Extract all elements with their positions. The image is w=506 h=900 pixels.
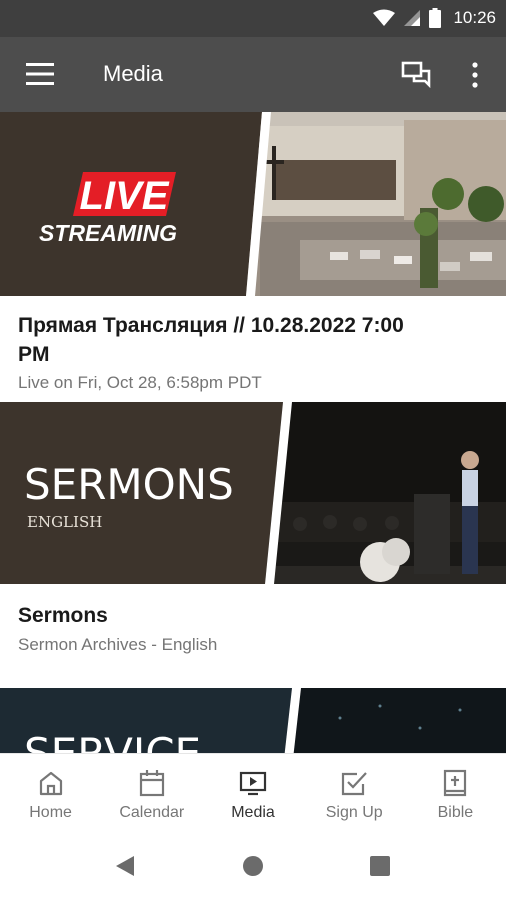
sermons-banner: SERMONS ENGLISH xyxy=(0,402,506,584)
signal-icon xyxy=(404,10,421,26)
media-card-subtitle: Sermon Archives - English xyxy=(18,635,218,654)
title-line-1: Прямая Трансляция // 10.28.2022 7:00 xyxy=(18,314,404,337)
nav-calendar[interactable]: Calendar xyxy=(101,754,202,830)
chat-icon[interactable] xyxy=(401,59,433,91)
nav-media[interactable]: Media xyxy=(202,754,303,830)
page-title: Media xyxy=(103,61,163,86)
title-line-2: PM xyxy=(18,343,50,366)
more-options-icon[interactable] xyxy=(464,60,486,90)
live-streaming-artwork: LIVE STREAMING xyxy=(0,112,506,296)
app-bar: Media xyxy=(0,37,506,112)
nav-label: Calendar xyxy=(119,804,185,821)
battery-icon xyxy=(429,8,442,28)
streaming-label: STREAMING xyxy=(39,220,177,246)
nav-label: Home xyxy=(29,804,72,821)
sermons-artwork: SERMONS ENGLISH xyxy=(0,402,506,584)
service-artwork: SERVICE xyxy=(0,688,506,753)
media-card-subtitle: Live on Fri, Oct 28, 6:58pm PDT xyxy=(18,373,262,392)
service-banner-title: SERVICE xyxy=(24,729,201,753)
status-icons: 10:26 xyxy=(373,7,496,29)
nav-sign-up[interactable]: Sign Up xyxy=(304,754,405,830)
status-bar: 10:26 xyxy=(0,0,506,37)
nav-label: Bible xyxy=(437,804,474,821)
media-card-title: Sermons xyxy=(18,604,108,627)
home-circle-icon[interactable] xyxy=(242,855,264,877)
media-card-title: Прямая Трансляция // 10.28.2022 7:00 PM xyxy=(18,311,488,369)
media-card-sermons[interactable]: SERMONS ENGLISH Sermons Sermon Archives … xyxy=(0,402,506,688)
back-icon[interactable] xyxy=(114,854,136,878)
media-card-live[interactable]: LIVE STREAMING Прямая Трансляция // 10.2… xyxy=(0,112,506,402)
home-icon xyxy=(39,771,62,796)
media-card-service[interactable]: SERVICE xyxy=(0,688,506,753)
hamburger-menu-icon[interactable] xyxy=(26,63,54,85)
bible-icon xyxy=(444,769,467,797)
live-label: LIVE xyxy=(80,174,170,218)
live-streaming-banner: LIVE STREAMING xyxy=(0,112,506,296)
system-navigation-bar xyxy=(0,830,506,900)
calendar-icon xyxy=(139,770,164,797)
bottom-navigation: Home Calendar Media Sign Up Bible xyxy=(0,753,506,830)
recents-icon[interactable] xyxy=(370,856,390,876)
nav-label: Media xyxy=(231,804,275,821)
media-icon xyxy=(239,771,267,796)
wifi-icon xyxy=(373,9,396,26)
nav-bible[interactable]: Bible xyxy=(405,754,506,830)
media-list: LIVE STREAMING Прямая Трансляция // 10.2… xyxy=(0,112,506,753)
sermons-banner-subtitle: ENGLISH xyxy=(27,513,102,531)
checkbox-icon xyxy=(342,772,368,796)
nav-home[interactable]: Home xyxy=(0,754,101,830)
status-time: 10:26 xyxy=(453,8,496,27)
nav-label: Sign Up xyxy=(325,804,383,821)
sermons-banner-title: SERMONS xyxy=(24,460,234,509)
service-banner: SERVICE xyxy=(0,688,506,753)
